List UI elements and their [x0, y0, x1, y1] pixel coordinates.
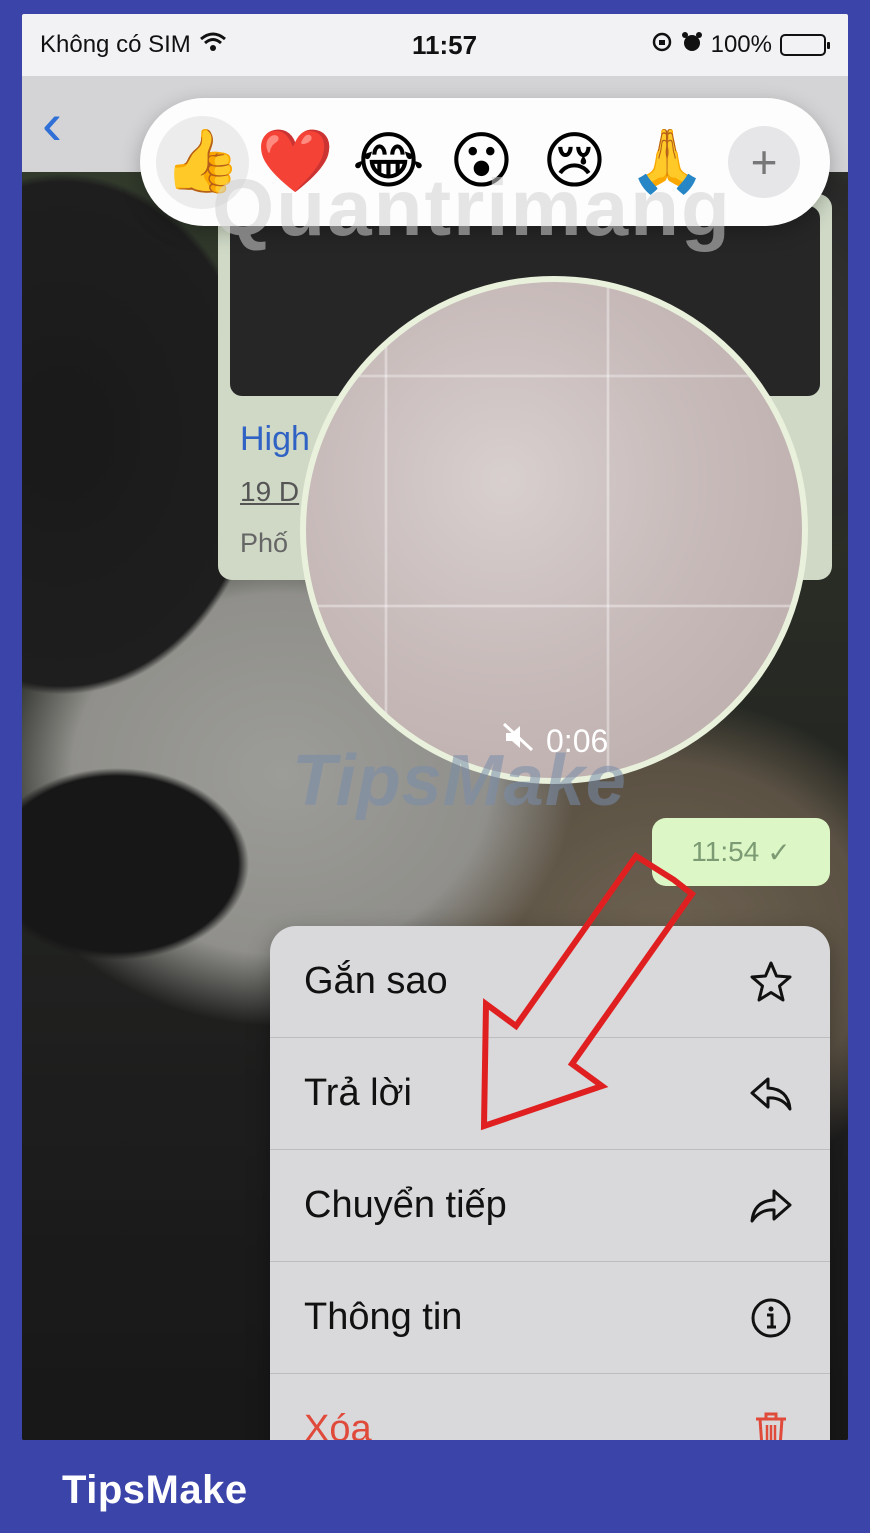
sent-time: 11:54	[691, 836, 760, 867]
outer-frame: Không có SIM 11:57 100% ‹ High 19 D Phố …	[0, 0, 870, 1533]
video-note[interactable]: 0:06	[300, 276, 808, 784]
forward-icon	[748, 1183, 794, 1229]
menu-item-delete[interactable]: Xóa	[270, 1374, 830, 1440]
menu-item-label: Gắn sao	[304, 960, 448, 1002]
sent-message-time-bubble[interactable]: 11:54 ✓	[652, 818, 830, 886]
carrier-label: Không có SIM	[40, 31, 191, 58]
rotation-lock-icon	[651, 31, 673, 60]
more-reactions-button[interactable]: +	[728, 126, 800, 198]
status-bar: Không có SIM 11:57 100%	[22, 14, 848, 76]
menu-item-label: Xóa	[304, 1408, 372, 1440]
status-time: 11:57	[412, 30, 478, 60]
message-context-menu: Gắn sao Trả lời Chuyển tiếp Thông tin Xó…	[270, 926, 830, 1440]
battery-icon	[780, 34, 830, 56]
trash-icon	[748, 1407, 794, 1440]
menu-item-info[interactable]: Thông tin	[270, 1262, 830, 1374]
message-date: 19 D	[240, 476, 300, 507]
menu-item-label: Thông tin	[304, 1296, 463, 1338]
menu-item-reply[interactable]: Trả lời	[270, 1038, 830, 1150]
message-place: Phố	[240, 528, 289, 558]
phone-screen: Không có SIM 11:57 100% ‹ High 19 D Phố …	[22, 14, 848, 1440]
menu-item-forward[interactable]: Chuyển tiếp	[270, 1150, 830, 1262]
star-icon	[748, 959, 794, 1005]
message-link-title: High	[240, 420, 310, 458]
watermark-tipsmake: TipsMake	[292, 741, 627, 821]
delivered-check-icon: ✓	[767, 836, 791, 868]
menu-item-star[interactable]: Gắn sao	[270, 926, 830, 1038]
status-right: 100%	[651, 31, 830, 60]
reply-icon	[748, 1071, 794, 1117]
alarm-icon	[681, 31, 703, 60]
menu-item-label: Trả lời	[304, 1072, 412, 1114]
info-icon	[748, 1295, 794, 1341]
back-chevron-icon[interactable]: ‹	[42, 94, 62, 154]
watermark-quantrimang: Quantrimang	[212, 163, 732, 252]
status-left: Không có SIM	[40, 31, 227, 60]
wifi-icon	[199, 31, 227, 60]
brand-footer: TipsMake	[62, 1468, 248, 1512]
menu-item-label: Chuyển tiếp	[304, 1184, 507, 1226]
battery-percent: 100%	[710, 31, 772, 58]
